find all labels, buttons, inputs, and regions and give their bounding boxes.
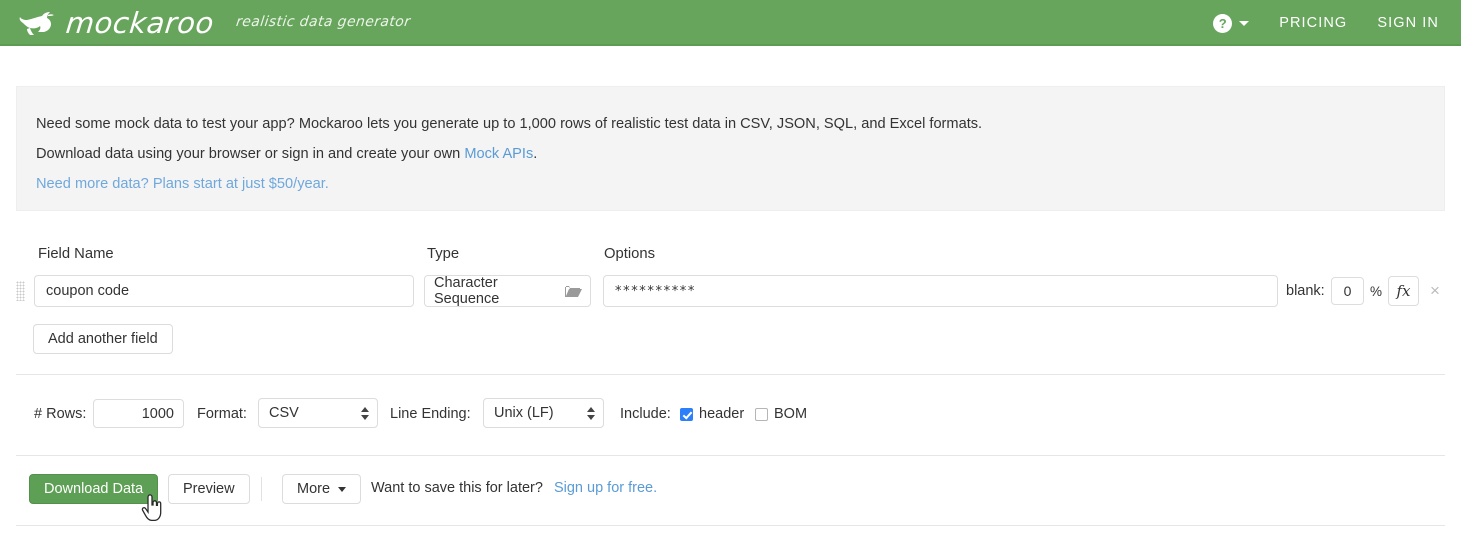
divider-bottom (16, 525, 1445, 526)
format-label: Format: (197, 406, 247, 422)
preview-button[interactable]: Preview (168, 474, 250, 504)
rows-input[interactable] (93, 399, 184, 428)
plans-link[interactable]: Need more data? Plans start at just $50/… (36, 176, 329, 192)
kangaroo-icon (18, 10, 56, 36)
banner-line-2: Download data using your browser or sign… (36, 139, 1425, 169)
checkbox-box-checked (680, 408, 693, 421)
navbar-right-links: ? PRICING SIGN IN (1213, 0, 1439, 46)
divider-above-options (16, 374, 1445, 375)
blank-percent-input[interactable] (1331, 277, 1364, 305)
brand-tagline: realistic data generator (223, 14, 411, 32)
top-navbar: mockaroo realistic data generator ? PRIC… (0, 0, 1461, 46)
line-ending-value: Unix (LF) (494, 405, 587, 421)
save-prompt: Want to save this for later? Sign up for… (371, 480, 657, 496)
more-label: More (297, 475, 330, 503)
banner-line-2-prefix: Download data using your browser or sign… (36, 146, 464, 162)
caret-down-icon (1239, 21, 1249, 26)
info-banner: Need some mock data to test your app? Mo… (16, 86, 1445, 211)
divider-above-actions (16, 455, 1445, 456)
question-mark-icon: ? (1213, 14, 1232, 33)
checkbox-box (755, 408, 768, 421)
help-menu[interactable]: ? (1213, 14, 1249, 33)
rows-label: # Rows: (34, 406, 86, 422)
column-header-field-name: Field Name (38, 246, 114, 262)
download-data-button[interactable]: Download Data (29, 474, 158, 504)
column-header-options: Options (604, 246, 655, 262)
more-dropdown-button[interactable]: More (282, 474, 361, 504)
banner-line-3: Need more data? Plans start at just $50/… (36, 169, 1425, 199)
format-value: CSV (269, 405, 361, 421)
signup-link[interactable]: Sign up for free. (554, 480, 657, 496)
field-options-input[interactable] (603, 275, 1278, 307)
remove-field-icon[interactable]: × (1430, 282, 1440, 299)
brand-logo[interactable]: mockaroo realistic data generator (18, 0, 410, 46)
field-type-select[interactable]: Character Sequence (424, 275, 591, 307)
mock-apis-link[interactable]: Mock APIs (464, 146, 533, 162)
nav-link-pricing[interactable]: PRICING (1279, 15, 1347, 31)
format-select[interactable]: CSV (258, 398, 378, 428)
bom-checkbox[interactable]: BOM (755, 406, 807, 422)
spinner-arrows-icon (587, 407, 595, 420)
bom-checkbox-label: BOM (774, 406, 807, 422)
column-header-type: Type (427, 246, 459, 262)
save-prompt-text: Want to save this for later? (371, 480, 543, 496)
brand-name: mockaroo (64, 9, 215, 38)
blank-label: blank: (1286, 283, 1325, 299)
pointing-hand-cursor (140, 494, 164, 522)
formula-button[interactable]: fx (1388, 276, 1419, 306)
include-label: Include: (620, 406, 671, 422)
folder-icon (565, 285, 582, 298)
nav-link-signin[interactable]: SIGN IN (1377, 15, 1439, 31)
banner-line-2-suffix: . (533, 146, 537, 162)
field-type-value: Character Sequence (434, 275, 565, 307)
action-divider (261, 477, 262, 501)
spinner-arrows-icon (361, 407, 369, 420)
drag-handle-icon[interactable] (16, 281, 25, 301)
line-ending-select[interactable]: Unix (LF) (483, 398, 604, 428)
header-checkbox[interactable]: header (680, 406, 744, 422)
percent-symbol: % (1370, 284, 1382, 299)
header-checkbox-label: header (699, 406, 744, 422)
field-name-input[interactable] (34, 275, 414, 307)
banner-line-1: Need some mock data to test your app? Mo… (36, 109, 1425, 139)
line-ending-label: Line Ending: (390, 406, 471, 422)
add-another-field-button[interactable]: Add another field (33, 324, 173, 354)
caret-down-icon (338, 487, 346, 492)
